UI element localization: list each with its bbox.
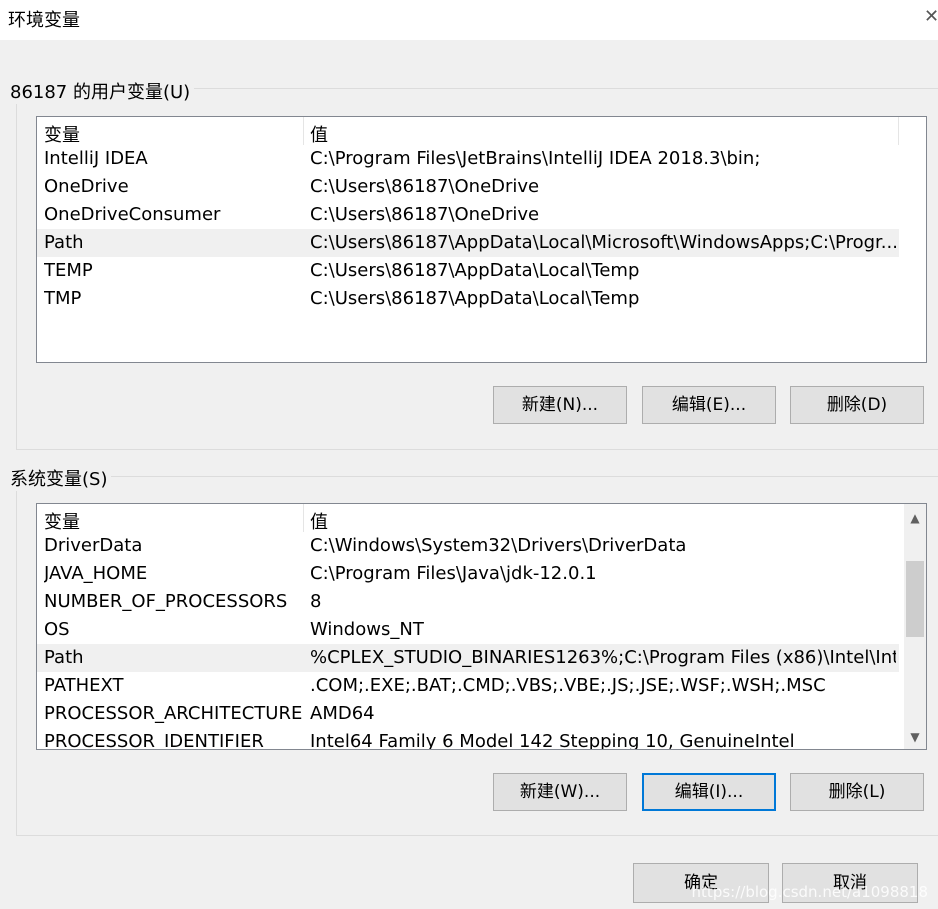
table-row[interactable]: PROCESSOR_ARCHITECTURE AMD64 [37,700,899,728]
variable-name-cell: Path [44,647,84,668]
table-row[interactable]: TEMP C:\Users\86187\AppData\Local\Temp [37,257,899,285]
window-title: 环境变量 [8,10,80,31]
variable-value-cell: .COM;.EXE;.BAT;.CMD;.VBS;.VBE;.JS;.JSE;.… [310,675,826,696]
user-edit-button[interactable]: 编辑(E)... [642,386,776,424]
column-divider[interactable] [898,117,899,145]
chevron-down-icon[interactable]: ▼ [904,725,926,749]
column-header-value[interactable]: 值 [310,121,328,147]
variable-name-cell: TMP [44,288,82,309]
scrollbar-thumb[interactable] [906,561,924,637]
chevron-up-icon[interactable]: ▲ [904,506,926,530]
variable-name-cell: OS [44,619,70,640]
close-icon[interactable]: ✕ [924,6,938,27]
vertical-scrollbar[interactable]: ▲ ▼ [904,504,926,749]
variable-name-cell: PROCESSOR_ARCHITECTURE [44,703,303,724]
column-divider[interactable] [303,504,304,532]
variable-value-cell: C:\Users\86187\OneDrive [310,176,540,197]
column-header-name[interactable]: 变量 [44,121,80,147]
system-list-header: 变量 值 [37,504,926,534]
column-header-value[interactable]: 值 [310,508,328,534]
column-header-name[interactable]: 变量 [44,508,80,534]
variable-name-cell: OneDrive [44,176,129,197]
table-row[interactable]: NUMBER_OF_PROCESSORS 8 [37,588,899,616]
variable-value-cell: C:\Users\86187\AppData\Local\Microsoft\W… [310,232,896,253]
variable-value-cell: Intel64 Family 6 Model 142 Stepping 10, … [310,731,795,750]
system-delete-button[interactable]: 删除(L) [790,773,924,811]
system-variables-label: 系统变量(S) [6,465,112,491]
table-row[interactable]: IntelliJ IDEA C:\Program Files\JetBrains\… [37,145,899,173]
variable-name-cell: PATHEXT [44,675,124,696]
user-delete-button[interactable]: 删除(D) [790,386,924,424]
system-edit-button[interactable]: 编辑(I)... [642,773,776,811]
variable-value-cell: %CPLEX_STUDIO_BINARIES1263%;C:\Program F… [310,647,896,668]
table-row[interactable]: PROCESSOR_IDENTIFIER Intel64 Family 6 Mod… [37,728,899,750]
variable-value-cell: C:\Windows\System32\Drivers\DriverData [310,535,687,556]
variable-value-cell: C:\Users\86187\OneDrive [310,204,540,225]
table-row[interactable]: PATHEXT .COM;.EXE;.BAT;.CMD;.VBS;.VBE;.JS… [37,672,899,700]
variable-name-cell: DriverData [44,535,143,556]
table-row[interactable]: JAVA_HOME C:\Program Files\Java\jdk-12.0.… [37,560,899,588]
table-row[interactable]: Path C:\Users\86187\AppData\Local\Microso… [37,229,899,257]
table-row[interactable]: DriverData C:\Windows\System32\Drivers\Dr… [37,532,899,560]
table-row[interactable]: Path %CPLEX_STUDIO_BINARIES1263%;C:\Progr… [37,644,899,672]
variable-name-cell: Path [44,232,84,253]
variable-value-cell: C:\Users\86187\AppData\Local\Temp [310,260,640,281]
watermark: https://blog.csdn.net/a1098818 [691,883,928,901]
variable-value-cell: C:\Users\86187\AppData\Local\Temp [310,288,640,309]
variable-name-cell: NUMBER_OF_PROCESSORS [44,591,288,612]
column-divider[interactable] [303,117,304,145]
table-row[interactable]: OS Windows_NT [37,616,899,644]
system-variables-list[interactable]: 变量 值 ▲ ▼ DriverData C:\Windows\System32\D… [36,503,927,750]
variable-name-cell: TEMP [44,260,93,281]
user-variables-label: 86187 的用户变量(U) [6,78,195,104]
table-row[interactable]: OneDrive C:\Users\86187\OneDrive [37,173,899,201]
variable-name-cell: JAVA_HOME [44,563,148,584]
variable-value-cell: AMD64 [310,703,375,724]
variable-value-cell: Windows_NT [310,619,424,640]
dialog-body: 86187 的用户变量(U) 变量 值 IntelliJ IDEA C:\Prog… [0,40,938,909]
user-new-button[interactable]: 新建(N)... [493,386,627,424]
variable-name-cell: IntelliJ IDEA [44,148,148,169]
variable-value-cell: C:\Program Files\Java\jdk-12.0.1 [310,563,597,584]
title-bar: 环境变量 ✕ [0,0,938,40]
variable-value-cell: C:\Program Files\JetBrains\IntelliJ IDEA… [310,148,761,169]
variable-name-cell: OneDriveConsumer [44,204,221,225]
user-variables-list[interactable]: 变量 值 IntelliJ IDEA C:\Program Files\JetBr… [36,116,927,363]
table-row[interactable]: OneDriveConsumer C:\Users\86187\OneDrive [37,201,899,229]
variable-value-cell: 8 [310,591,322,612]
table-row[interactable]: TMP C:\Users\86187\AppData\Local\Temp [37,285,899,313]
user-list-header: 变量 值 [37,117,926,147]
system-new-button[interactable]: 新建(W)... [493,773,627,811]
variable-name-cell: PROCESSOR_IDENTIFIER [44,731,264,750]
